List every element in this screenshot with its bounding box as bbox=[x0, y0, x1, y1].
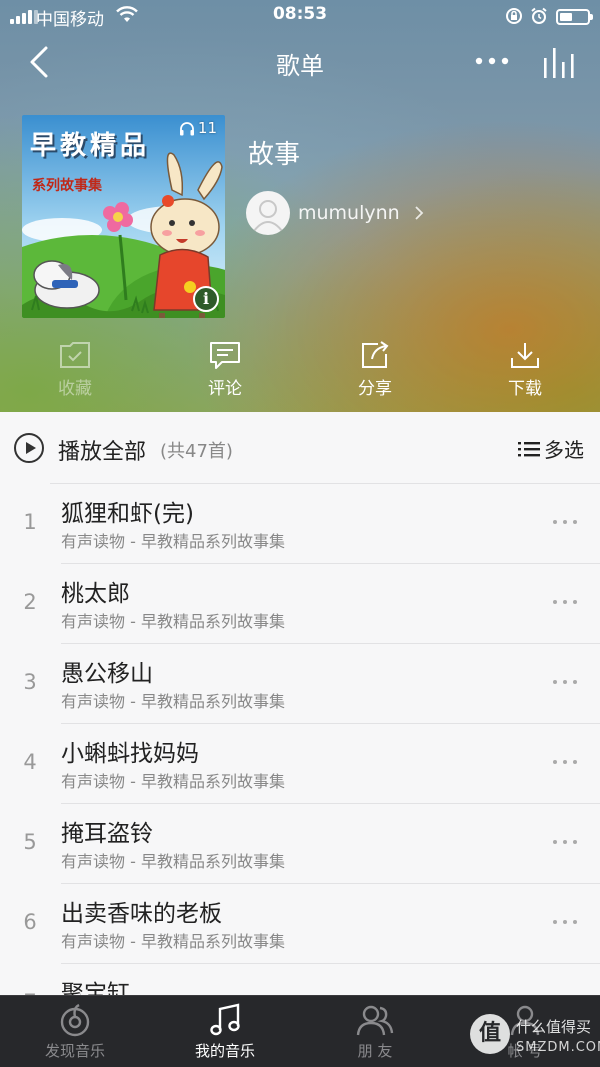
more-icon[interactable] bbox=[470, 44, 514, 78]
play-count: 11 bbox=[179, 119, 217, 137]
playlist-header: 中国移动 08:53 歌单 早教精品 系列故事集 11 i 故事 mumulyn… bbox=[0, 0, 600, 412]
play-count-value: 11 bbox=[197, 119, 217, 137]
play-circle-icon bbox=[14, 433, 44, 463]
cover-subtitle: 系列故事集 bbox=[32, 178, 102, 194]
track-more-icon[interactable] bbox=[548, 592, 582, 612]
cover-title: 早教精品 bbox=[30, 131, 151, 161]
chevron-right-icon bbox=[415, 206, 423, 220]
playlist-title: 故事 bbox=[248, 140, 301, 170]
track-number: 5 bbox=[23, 830, 37, 854]
creator-link[interactable]: mumulynn bbox=[246, 190, 424, 236]
track-subtitle: 有声读物 - 早教精品系列故事集 bbox=[61, 532, 285, 551]
collect-label: 收藏 bbox=[58, 379, 92, 399]
nav-bar: 歌单 bbox=[0, 34, 600, 90]
play-all-row[interactable]: 播放全部 (共47首) 多选 bbox=[0, 412, 600, 484]
creator-name: mumulynn bbox=[298, 202, 400, 224]
track-title: 愚公移山 bbox=[61, 661, 153, 687]
share-label: 分享 bbox=[358, 379, 392, 399]
download-label: 下载 bbox=[508, 379, 542, 399]
track-title: 掩耳盗铃 bbox=[61, 821, 153, 847]
track-title: 聚宝缸 bbox=[61, 981, 130, 995]
track-more-icon[interactable] bbox=[548, 912, 582, 932]
info-icon[interactable]: i bbox=[193, 286, 219, 312]
list-icon bbox=[518, 441, 540, 456]
track-row[interactable]: 3 愚公移山 有声读物 - 早教精品系列故事集 bbox=[0, 644, 600, 724]
rotation-lock-icon bbox=[506, 8, 522, 24]
track-title: 狐狸和虾(完) bbox=[61, 501, 194, 527]
now-playing-icon[interactable] bbox=[540, 44, 580, 80]
watermark-url: SMZDM.COM bbox=[516, 1040, 600, 1055]
tab-friends[interactable]: 朋 友 bbox=[300, 996, 450, 1067]
tab-my-music-label: 我的音乐 bbox=[194, 1042, 255, 1060]
track-more-icon[interactable] bbox=[548, 832, 582, 852]
comment-icon bbox=[210, 342, 240, 369]
track-title: 小蝌蚪找妈妈 bbox=[61, 741, 199, 767]
avatar bbox=[246, 191, 290, 235]
watermark-text: 什么值得买 bbox=[516, 1018, 592, 1036]
share-button[interactable]: 分享 bbox=[300, 340, 450, 408]
music-note-icon bbox=[210, 1003, 240, 1036]
track-row[interactable]: 5 掩耳盗铃 有声读物 - 早教精品系列故事集 bbox=[0, 804, 600, 884]
track-subtitle: 有声读物 - 早教精品系列故事集 bbox=[61, 692, 285, 711]
track-subtitle: 有声读物 - 早教精品系列故事集 bbox=[61, 612, 285, 631]
collect-icon bbox=[60, 342, 90, 368]
share-icon bbox=[362, 341, 389, 368]
track-row[interactable]: 6 出卖香味的老板 有声读物 - 早教精品系列故事集 bbox=[0, 884, 600, 964]
track-count: (共47首) bbox=[160, 441, 233, 462]
tab-discover[interactable]: 发现音乐 bbox=[0, 996, 150, 1067]
track-number: 1 bbox=[23, 510, 37, 534]
track-title: 出卖香味的老板 bbox=[61, 901, 222, 927]
track-subtitle: 有声读物 - 早教精品系列故事集 bbox=[61, 852, 285, 871]
tab-discover-label: 发现音乐 bbox=[44, 1042, 105, 1060]
track-number: 2 bbox=[23, 590, 37, 614]
download-icon bbox=[511, 343, 539, 368]
playlist-cover[interactable]: 早教精品 系列故事集 11 i bbox=[22, 115, 225, 318]
track-more-icon[interactable] bbox=[548, 672, 582, 692]
track-more-icon[interactable] bbox=[548, 512, 582, 532]
track-subtitle: 有声读物 - 早教精品系列故事集 bbox=[61, 932, 285, 951]
friends-icon bbox=[356, 1005, 394, 1036]
headphones-icon bbox=[179, 121, 194, 135]
track-more-icon[interactable] bbox=[548, 752, 582, 772]
multi-select-button[interactable]: 多选 bbox=[518, 434, 584, 463]
track-row[interactable]: 7 聚宝缸 bbox=[0, 964, 600, 995]
track-subtitle: 有声读物 - 早教精品系列故事集 bbox=[61, 772, 285, 791]
tracks: 1 狐狸和虾(完) 有声读物 - 早教精品系列故事集 2 桃太郎 有声读物 - … bbox=[0, 484, 600, 995]
tab-my-music[interactable]: 我的音乐 bbox=[150, 996, 300, 1067]
tab-friends-label: 朋 友 bbox=[357, 1042, 393, 1060]
discover-icon bbox=[60, 1003, 90, 1037]
download-button[interactable]: 下载 bbox=[450, 340, 600, 408]
track-number: 6 bbox=[23, 910, 37, 934]
alarm-icon bbox=[531, 7, 547, 24]
play-all-label: 播放全部 bbox=[58, 440, 147, 465]
watermark: 值 什么值得买 SMZDM.COM bbox=[466, 1008, 600, 1064]
track-row[interactable]: 1 狐狸和虾(完) 有声读物 - 早教精品系列故事集 bbox=[0, 484, 600, 564]
action-row: 收藏 评论 分享 下载 bbox=[0, 340, 600, 408]
multi-select-label: 多选 bbox=[544, 438, 584, 462]
track-row[interactable]: 2 桃太郎 有声读物 - 早教精品系列故事集 bbox=[0, 564, 600, 644]
track-number: 4 bbox=[23, 750, 37, 774]
track-number: 3 bbox=[23, 670, 37, 694]
comment-label: 评论 bbox=[208, 379, 242, 399]
status-bar: 中国移动 08:53 bbox=[0, 0, 600, 34]
track-list: 播放全部 (共47首) 多选 1 狐狸和虾(完) 有声读物 - 早教精品系列故事… bbox=[0, 412, 600, 995]
user-placeholder-icon bbox=[253, 200, 283, 232]
collect-button[interactable]: 收藏 bbox=[0, 340, 150, 408]
battery-icon bbox=[556, 9, 593, 25]
track-title: 桃太郎 bbox=[61, 581, 130, 607]
watermark-logo: 值 bbox=[470, 1014, 510, 1054]
track-row[interactable]: 4 小蝌蚪找妈妈 有声读物 - 早教精品系列故事集 bbox=[0, 724, 600, 804]
comment-button[interactable]: 评论 bbox=[150, 340, 300, 408]
